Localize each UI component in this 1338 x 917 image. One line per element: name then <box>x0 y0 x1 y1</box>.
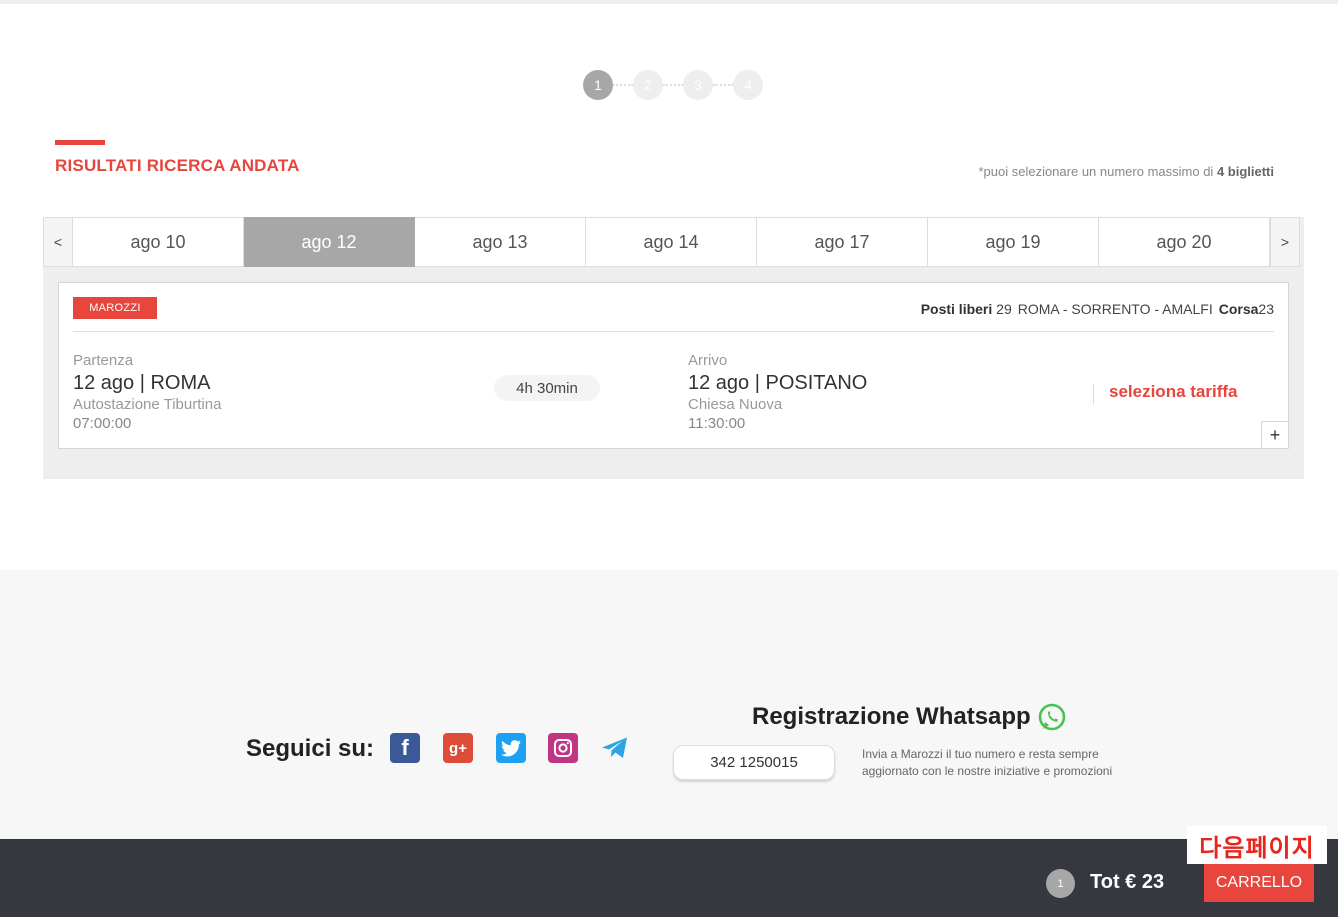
run-value: 23 <box>1258 301 1274 317</box>
date-prev-button[interactable]: < <box>43 217 73 267</box>
top-border <box>0 0 1338 4</box>
facebook-icon[interactable]: f <box>390 733 420 763</box>
whatsapp-number-field[interactable]: 342 1250015 <box>673 745 835 780</box>
instagram-icon[interactable] <box>548 733 578 763</box>
step-connector <box>663 84 683 86</box>
next-page-annotation: 다음페이지 <box>1187 826 1327 864</box>
whatsapp-registration-title: Registrazione Whatsapp <box>752 702 1067 732</box>
max-tickets-note-bold: 4 biglietti <box>1216 164 1274 179</box>
progress-steps: 1 2 3 4 <box>583 70 763 100</box>
operator-badge: MAROZZI <box>73 297 157 319</box>
telegram-icon[interactable] <box>600 733 630 763</box>
whatsapp-icon <box>1038 703 1066 731</box>
departure-city: 12 ago | ROMA <box>73 372 211 394</box>
trip-result-card: MAROZZI Posti liberi 29 ROMA - SORRENTO … <box>58 282 1289 449</box>
footer-social: Seguici su: f g+ Registrazione Whatsapp … <box>0 570 1338 839</box>
date-tab[interactable]: ago 14 <box>586 217 757 267</box>
arrival-station: Chiesa Nuova <box>688 396 783 413</box>
date-tab[interactable]: ago 17 <box>757 217 928 267</box>
departure-info: Partenza 12 ago | ROMA Autostazione Tibu… <box>73 352 221 433</box>
step-2: 2 <box>633 70 663 100</box>
arrival-info: Arrivo 12 ago | POSITANO Chiesa Nuova 11… <box>688 352 867 433</box>
free-seats-value: 29 <box>996 301 1012 317</box>
max-tickets-note: *puoi selezionare un numero massimo di 4… <box>978 164 1274 179</box>
route-name: ROMA - SORRENTO - AMALFI <box>1017 301 1213 317</box>
departure-label: Partenza <box>73 352 134 369</box>
arrival-label: Arrivo <box>688 352 728 369</box>
step-connector <box>613 84 633 86</box>
free-seats-label: Posti liberi <box>920 301 993 317</box>
select-fare-link[interactable]: seleziona tariffa <box>1109 382 1238 402</box>
step-3: 3 <box>683 70 713 100</box>
date-tab[interactable]: ago 20 <box>1099 217 1270 267</box>
follow-us-label: Seguici su: <box>246 735 375 762</box>
cart-bar: 1 Tot € 23 CARRELLO <box>0 839 1338 917</box>
run-number: Corsa23 <box>1219 301 1274 317</box>
section-title: RISULTATI RICERCA ANDATA <box>55 156 300 175</box>
twitter-icon[interactable] <box>496 733 526 763</box>
step-1: 1 <box>583 70 613 100</box>
date-selector: < ago 10 ago 12 ago 13 ago 14 ago 17 ago… <box>43 217 1304 267</box>
results-panel: < ago 10 ago 12 ago 13 ago 14 ago 17 ago… <box>43 217 1304 479</box>
expand-details-button[interactable]: + <box>1261 421 1289 449</box>
free-seats: Posti liberi 29 <box>921 301 1012 317</box>
run-label: Corsa <box>1218 301 1259 317</box>
arrival-time: 11:30:00 <box>688 415 746 432</box>
date-tab[interactable]: ago 19 <box>928 217 1099 267</box>
date-tab[interactable]: ago 10 <box>73 217 244 267</box>
google-plus-icon[interactable]: g+ <box>443 733 473 763</box>
whatsapp-description: Invia a Marozzi il tuo numero e resta se… <box>862 747 1113 778</box>
whatsapp-title-text: Registrazione Whatsapp <box>752 703 1031 730</box>
arrival-city: 12 ago | POSITANO <box>688 372 868 394</box>
date-next-button[interactable]: > <box>1270 217 1300 267</box>
step-connector <box>713 84 733 86</box>
departure-station: Autostazione Tiburtina <box>73 396 222 413</box>
card-divider <box>73 331 1274 332</box>
section-accent-bar <box>55 140 105 145</box>
trip-info: Posti liberi 29 ROMA - SORRENTO - AMALFI… <box>921 301 1274 317</box>
cart-button[interactable]: CARRELLO <box>1204 864 1314 902</box>
cart-count-badge: 1 <box>1046 869 1075 898</box>
date-tab[interactable]: ago 13 <box>415 217 586 267</box>
departure-time: 07:00:00 <box>73 415 132 432</box>
fare-separator <box>1093 384 1094 404</box>
step-4: 4 <box>733 70 763 100</box>
cart-total: Tot € 23 <box>1090 871 1165 893</box>
max-tickets-note-text: *puoi selezionare un numero massimo di <box>978 164 1217 179</box>
trip-duration: 4h 30min <box>494 375 600 401</box>
date-tab-selected[interactable]: ago 12 <box>244 217 415 267</box>
